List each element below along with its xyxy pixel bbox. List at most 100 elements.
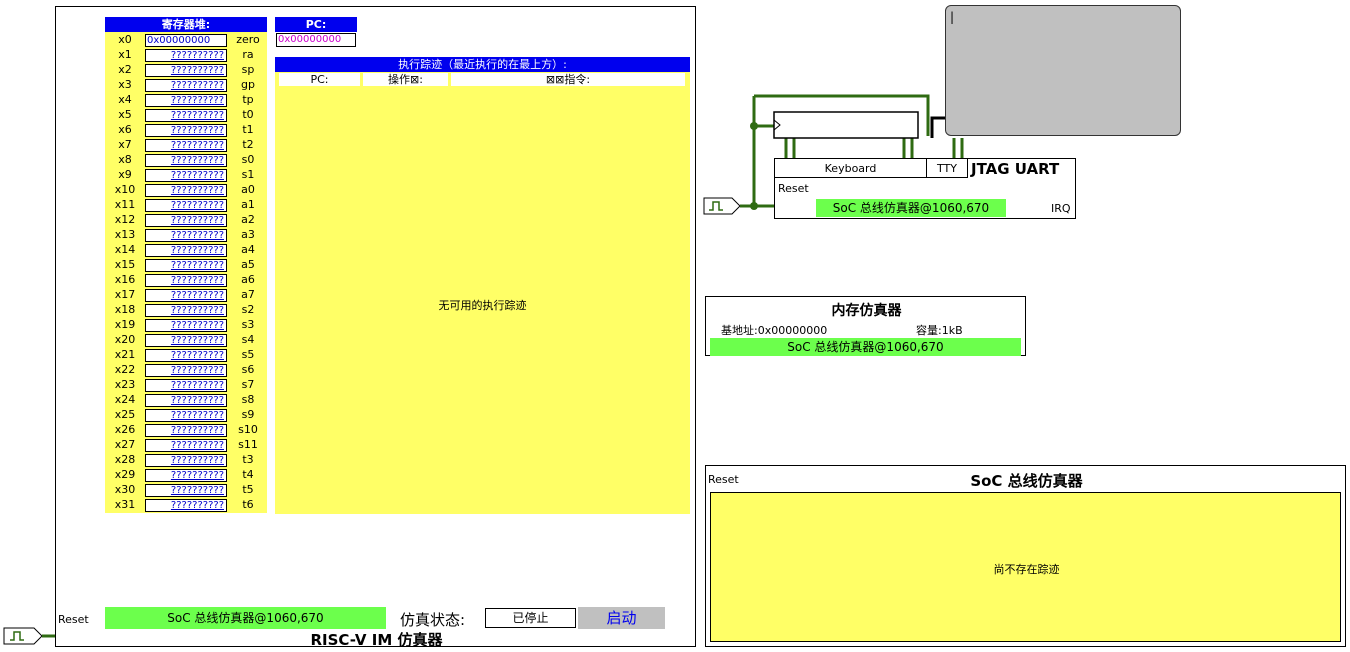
jtag-uart-component[interactable]: Keyboard TTY JTAG UART Reset SoC 总线仿真器@1… [774,158,1076,219]
register-name: x16 [114,273,136,286]
cpu-bus-address: SoC 总线仿真器@1060,670 [105,607,386,629]
sim-status-label: 仿真状态: [400,611,466,629]
start-button[interactable]: 启动 [578,607,665,629]
register-value[interactable]: ?????????? [145,334,227,347]
wire-junction [750,202,758,210]
register-row: x6?????????? t1 [105,123,267,138]
register-abi-name: s5 [241,348,255,361]
register-name: x20 [114,333,136,346]
register-value[interactable]: ?????????? [145,379,227,392]
pc-value: 0x00000000 [276,33,356,47]
register-value[interactable]: ?????????? [145,439,227,452]
uart-irq-label: IRQ [1051,202,1071,215]
register-value[interactable]: ?????????? [145,364,227,377]
register-abi-name: gp [241,78,255,91]
register-name: x18 [114,303,136,316]
register-value[interactable]: ?????????? [145,79,227,92]
register-abi-name: a2 [241,213,255,226]
register-value[interactable]: ?????????? [145,184,227,197]
register-value[interactable]: ?????????? [145,469,227,482]
register-name: x12 [114,213,136,226]
register-value[interactable]: ?????????? [145,319,227,332]
register-value[interactable]: ?????????? [145,94,227,107]
register-value[interactable]: ?????????? [145,409,227,422]
register-name: x1 [118,48,132,61]
register-value[interactable]: ?????????? [145,199,227,212]
register-name: x30 [114,483,136,496]
cpu-title: RISC-V IM 仿真器 [310,631,443,649]
register-value[interactable]: ?????????? [145,229,227,242]
register-file-title: 寄存器堆: [105,17,267,32]
register-value[interactable]: ?????????? [145,349,227,362]
register-abi-name: t6 [242,498,254,511]
tty-terminal[interactable]: | [945,5,1181,136]
register-list: x0 0x00000000 zero x1?????????? ra x2????????… [105,33,267,513]
cpu-component[interactable]: 寄存器堆: x0 0x00000000 zero x1?????????? ra x2??… [55,6,696,649]
register-value[interactable]: ?????????? [145,454,227,467]
register-value[interactable]: ?????????? [145,289,227,302]
register-row: x24?????????? s8 [105,393,267,408]
register-name: x6 [118,123,132,136]
cpu-clock-pin[interactable] [3,627,43,645]
memory-component[interactable]: 内存仿真器 基地址:0x00000000 容量:1kB SoC 总线仿真器@10… [705,296,1026,356]
register-name: x4 [118,93,132,106]
register-value[interactable]: ?????????? [145,154,227,167]
register-row: x29?????????? t4 [105,468,267,483]
memory-title: 内存仿真器 [831,303,902,319]
bus-component[interactable]: Reset SoC 总线仿真器 尚不存在踪迹 [705,465,1346,647]
register-row: x14?????????? a4 [105,243,267,258]
register-abi-name: a7 [241,288,255,301]
register-value[interactable]: ?????????? [145,484,227,497]
uart-title: JTAG UART [971,160,1060,178]
register-row: x1?????????? ra [105,48,267,63]
register-value[interactable]: ?????????? [145,109,227,122]
uart-bus-address: SoC 总线仿真器@1060,670 [816,199,1006,217]
register-abi-name: a4 [241,243,255,256]
register-abi-name: s9 [241,408,255,421]
register-value[interactable]: ?????????? [145,259,227,272]
register-name: x7 [118,138,132,151]
register-abi-name: s6 [241,363,255,376]
tty-cursor: | [950,10,955,24]
register-value[interactable]: ?????????? [145,244,227,257]
register-name: x21 [114,348,136,361]
register-value[interactable]: 0x00000000 [145,34,227,47]
register-row: x30?????????? t5 [105,483,267,498]
register-abi-name: t3 [242,453,254,466]
register-value[interactable]: ?????????? [145,214,227,227]
register-name: x14 [114,243,136,256]
cpu-reset-label: Reset [58,613,89,626]
sim-status-value: 已停止 [485,608,576,628]
register-name: x26 [114,423,136,436]
register-value[interactable]: ?????????? [145,424,227,437]
register-file: 寄存器堆: x0 0x00000000 zero x1?????????? ra x2??… [105,17,267,513]
register-value[interactable]: ?????????? [145,394,227,407]
uart-reset-label: Reset [778,182,809,195]
register-value[interactable]: ?????????? [145,64,227,77]
register-abi-name: s1 [241,168,255,181]
uart-tty-label: TTY [927,159,968,178]
register-value[interactable]: ?????????? [145,499,227,512]
register-value[interactable]: ?????????? [145,304,227,317]
register-name: x23 [114,378,136,391]
register-row: x27?????????? s11 [105,438,267,453]
register-value[interactable]: ?????????? [145,49,227,62]
trace-col-op: 操作⊠: [363,73,448,86]
register-abi-name: s8 [241,393,255,406]
register-name: x3 [118,78,132,91]
memory-size: 容量:1kB [916,324,963,337]
register-row: x3?????????? gp [105,78,267,93]
register-row: x20?????????? s4 [105,333,267,348]
register-value[interactable]: ?????????? [145,274,227,287]
register-name: x0 [118,33,132,46]
uart-clock-pin[interactable] [703,197,741,215]
tty-link [930,116,946,138]
execution-trace: 执行踪迹（最近执行的在最上方）: PC: 操作⊠: ⊠⊠指令: 无可用的执行踪迹 [275,57,690,514]
register-abi-name: a5 [241,258,255,271]
register-row: x31?????????? t6 [105,498,267,513]
register-row: x0 0x00000000 zero [105,33,267,48]
register-value[interactable]: ?????????? [145,124,227,137]
register-row: x16?????????? a6 [105,273,267,288]
register-value[interactable]: ?????????? [145,139,227,152]
register-value[interactable]: ?????????? [145,169,227,182]
